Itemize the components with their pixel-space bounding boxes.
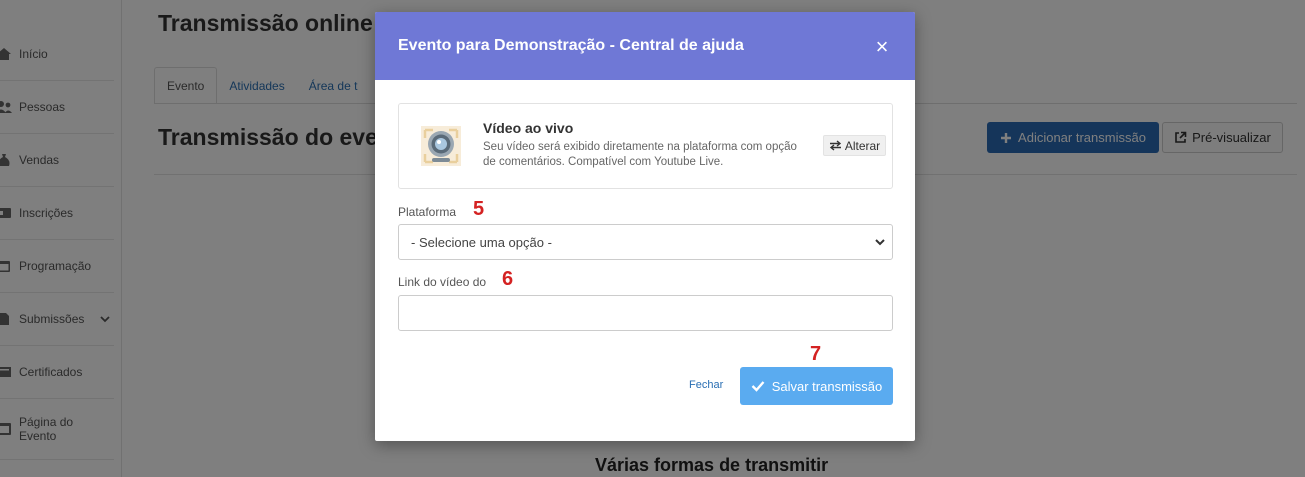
swap-arrows-icon	[829, 140, 841, 151]
save-transmission-button[interactable]: Salvar transmissão	[740, 367, 893, 405]
step-number-7: 7	[810, 343, 822, 365]
modal-header: Evento para Demonstração - Central de aj…	[375, 12, 915, 80]
close-button[interactable]: Fechar	[689, 379, 723, 391]
platform-select-value: - Selecione uma opção -	[411, 234, 552, 250]
platform-select[interactable]: - Selecione uma opção -	[398, 224, 893, 260]
transmission-modal: Evento para Demonstração - Central de aj…	[375, 12, 915, 441]
transmission-type-title: Vídeo ao vivo	[483, 120, 574, 136]
close-icon[interactable]: ×	[871, 36, 893, 58]
step-number-6: 6	[502, 268, 514, 290]
change-type-label: Alterar	[844, 138, 881, 153]
platform-label: Plataforma	[398, 205, 457, 219]
save-transmission-label: Salvar transmissão	[771, 378, 883, 394]
video-link-label: Link do vídeo do	[398, 275, 487, 289]
change-type-button[interactable]: Alterar	[823, 135, 886, 156]
transmission-type-card: Vídeo ao vivo Seu vídeo será exibido dir…	[398, 103, 893, 189]
check-icon	[751, 381, 765, 392]
step-number-5: 5	[473, 198, 485, 220]
transmission-type-description: Seu vídeo será exibido diretamente na pl…	[483, 141, 797, 168]
chevron-down-icon	[875, 239, 885, 246]
webcam-icon	[421, 126, 461, 166]
video-link-input[interactable]	[398, 295, 893, 331]
modal-title: Evento para Demonstração - Central de aj…	[398, 37, 744, 54]
